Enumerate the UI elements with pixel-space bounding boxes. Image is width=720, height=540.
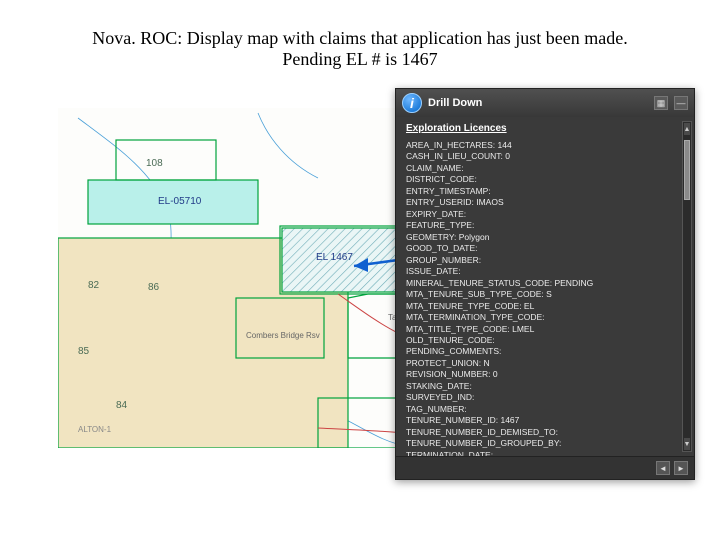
info-icon: i (402, 93, 422, 113)
attribute-row: TAG_NUMBER: (406, 404, 686, 415)
drill-down-panel: i Drill Down ▦ — Exploration Licences AR… (395, 88, 695, 480)
map-label-el1467: EL 1467 (316, 252, 353, 263)
attribute-row: TERMINATION_DATE: (406, 450, 686, 456)
attribute-list: AREA_IN_HECTARES: 144CASH_IN_LIEU_COUNT:… (406, 140, 686, 456)
minimize-icon[interactable]: — (674, 96, 688, 110)
attribute-row: STAKING_DATE: (406, 381, 686, 392)
attribute-row: ENTRY_TIMESTAMP: (406, 186, 686, 197)
attribute-row: PROTECT_UNION: N (406, 358, 686, 369)
map-label-alton: ALTON-1 (78, 425, 112, 434)
scroll-down-icon[interactable]: ▼ (684, 438, 690, 450)
attribute-row: GROUP_NUMBER: (406, 255, 686, 266)
panel-footer: ◄ ► (396, 456, 694, 479)
attribute-row: MINERAL_TENURE_STATUS_CODE: PENDING (406, 278, 686, 289)
scroll-up-icon[interactable]: ▲ (684, 123, 690, 135)
next-button[interactable]: ► (674, 461, 688, 475)
panel-scrollbar[interactable]: ▲ ▼ (682, 121, 692, 452)
prev-button[interactable]: ◄ (656, 461, 670, 475)
attribute-row: ISSUE_DATE: (406, 266, 686, 277)
attribute-row: DISTRICT_CODE: (406, 174, 686, 185)
attribute-row: REVISION_NUMBER: 0 (406, 369, 686, 380)
attribute-row: GOOD_TO_DATE: (406, 243, 686, 254)
attribute-row: PENDING_COMMENTS: (406, 346, 686, 357)
panel-title: Drill Down (428, 97, 648, 109)
attribute-row: TENURE_NUMBER_ID_GROUPED_BY: (406, 438, 686, 449)
attribute-row: SURVEYED_IND: (406, 392, 686, 403)
panel-section-title: Exploration Licences (406, 123, 686, 134)
map-label-combers: Combers Bridge Rsv (246, 331, 320, 340)
map-label-82: 82 (88, 280, 100, 291)
panel-header[interactable]: i Drill Down ▦ — (396, 89, 694, 117)
attribute-row: TENURE_NUMBER_ID_DEMISED_TO: (406, 427, 686, 438)
grid-icon[interactable]: ▦ (654, 96, 668, 110)
attribute-row: MTA_TENURE_SUB_TYPE_CODE: S (406, 289, 686, 300)
map-label-el05710: EL-05710 (158, 196, 202, 207)
attribute-row: EXPIRY_DATE: (406, 209, 686, 220)
attribute-row: MTA_TERMINATION_TYPE_CODE: (406, 312, 686, 323)
attribute-row: GEOMETRY: Polygon (406, 232, 686, 243)
map-label-84: 84 (116, 400, 128, 411)
title-line2: Pending EL # is 1467 (60, 49, 660, 70)
attribute-row: TENURE_NUMBER_ID: 1467 (406, 415, 686, 426)
attribute-row: CASH_IN_LIEU_COUNT: 0 (406, 151, 686, 162)
map-label-85: 85 (78, 346, 90, 357)
page-title: Nova. ROC: Display map with claims that … (0, 0, 720, 84)
attribute-row: MTA_TENURE_TYPE_CODE: EL (406, 301, 686, 312)
attribute-row: CLAIM_NAME: (406, 163, 686, 174)
attribute-row: MTA_TITLE_TYPE_CODE: LMEL (406, 324, 686, 335)
attribute-row: ENTRY_USERID: IMAOS (406, 197, 686, 208)
map-label-86: 86 (148, 282, 160, 293)
map-label-108: 108 (146, 158, 163, 169)
attribute-row: OLD_TENURE_CODE: (406, 335, 686, 346)
title-line1: Nova. ROC: Display map with claims that … (60, 28, 660, 49)
attribute-row: AREA_IN_HECTARES: 144 (406, 140, 686, 151)
panel-body: Exploration Licences AREA_IN_HECTARES: 1… (396, 117, 694, 456)
attribute-row: FEATURE_TYPE: (406, 220, 686, 231)
scroll-thumb[interactable] (684, 140, 690, 200)
